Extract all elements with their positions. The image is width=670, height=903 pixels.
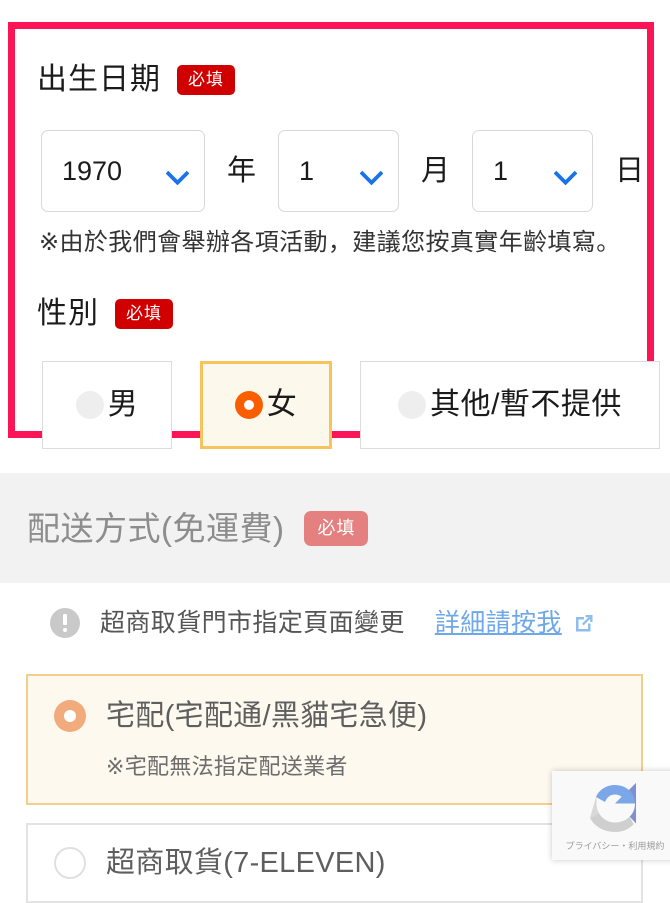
birth-month-select[interactable]: 1 <box>278 130 400 212</box>
birth-month-unit: 月 <box>421 154 451 187</box>
shipping-notice-row: 超商取貨門市指定頁面變更 詳細請按我 <box>50 608 595 638</box>
birthday-note: ※由於我們會舉辦各項活動，建議您按真實年齡填寫。 <box>39 229 621 256</box>
birth-year-value: 1970 <box>62 155 123 186</box>
birth-day-select[interactable]: 1 <box>472 130 594 212</box>
radio-icon <box>75 391 104 419</box>
chevron-down-icon <box>360 165 382 178</box>
personal-info-highlight-box: 出生日期 必填 1970 年 1 月 1 日 ※由於我們會舉辦各項活動，建議您按… <box>8 22 660 449</box>
delivery-option-convenience-store[interactable]: 超商取貨(7-ELEVEN) <box>26 823 643 903</box>
birthday-label-row: 出生日期 必填 <box>37 65 235 95</box>
radio-icon <box>54 847 86 879</box>
radio-selected-icon <box>234 391 263 419</box>
gender-option-female[interactable]: 女 <box>200 361 332 449</box>
birth-year-select[interactable]: 1970 <box>41 130 205 212</box>
info-exclamation-icon <box>50 608 80 638</box>
gender-options-row: 男 女 其他/暫不提供 <box>42 361 660 449</box>
delivery-option-main-row: 宅配(宅配通/黑貓宅急便) <box>28 676 641 732</box>
gender-label: 性別 <box>37 297 99 330</box>
delivery-option-convenience-store-label: 超商取貨(7-ELEVEN) <box>106 846 386 879</box>
birthday-label: 出生日期 <box>37 63 161 96</box>
birth-day-value: 1 <box>493 155 509 186</box>
delivery-option-main-row: 超商取貨(7-ELEVEN) <box>28 825 641 879</box>
gender-option-other[interactable]: 其他/暫不提供 <box>360 361 660 449</box>
chevron-down-icon <box>554 165 576 178</box>
gender-option-male[interactable]: 男 <box>42 361 172 449</box>
gender-option-female-label: 女 <box>266 388 298 421</box>
radio-selected-icon <box>54 700 86 732</box>
recaptcha-logo-icon <box>584 779 646 837</box>
gender-option-male-label: 男 <box>107 388 139 421</box>
gender-option-other-label: 其他/暫不提供 <box>430 388 622 421</box>
shipping-required-badge: 必填 <box>304 510 369 546</box>
chevron-down-icon <box>166 165 188 178</box>
birth-year-unit: 年 <box>227 154 257 187</box>
birthday-required-badge: 必填 <box>177 65 235 95</box>
recaptcha-privacy-terms-text: プライバシー・利用規約 <box>565 841 665 851</box>
shipping-notice-text: 超商取貨門市指定頁面變更 <box>100 608 405 637</box>
shipping-section-title: 配送方式(免運費) <box>27 509 285 547</box>
recaptcha-badge[interactable]: プライバシー・利用規約 <box>552 771 670 860</box>
birthday-selects-row: 1970 年 1 月 1 日 <box>41 130 644 212</box>
delivery-option-home-delivery-label: 宅配(宅配通/黑貓宅急便) <box>106 699 428 732</box>
birth-day-unit: 日 <box>615 154 645 187</box>
delivery-option-home-delivery[interactable]: 宅配(宅配通/黑貓宅急便) ※宅配無法指定配送業者 <box>26 674 643 805</box>
birth-month-value: 1 <box>299 155 315 186</box>
external-link-icon[interactable] <box>573 612 595 634</box>
shipping-notice-link[interactable]: 詳細請按我 <box>435 610 562 636</box>
shipping-section-header: 配送方式(免運費) 必填 <box>0 473 670 583</box>
radio-icon <box>398 391 427 419</box>
gender-required-badge: 必填 <box>115 299 173 329</box>
gender-label-row: 性別 必填 <box>37 299 173 329</box>
